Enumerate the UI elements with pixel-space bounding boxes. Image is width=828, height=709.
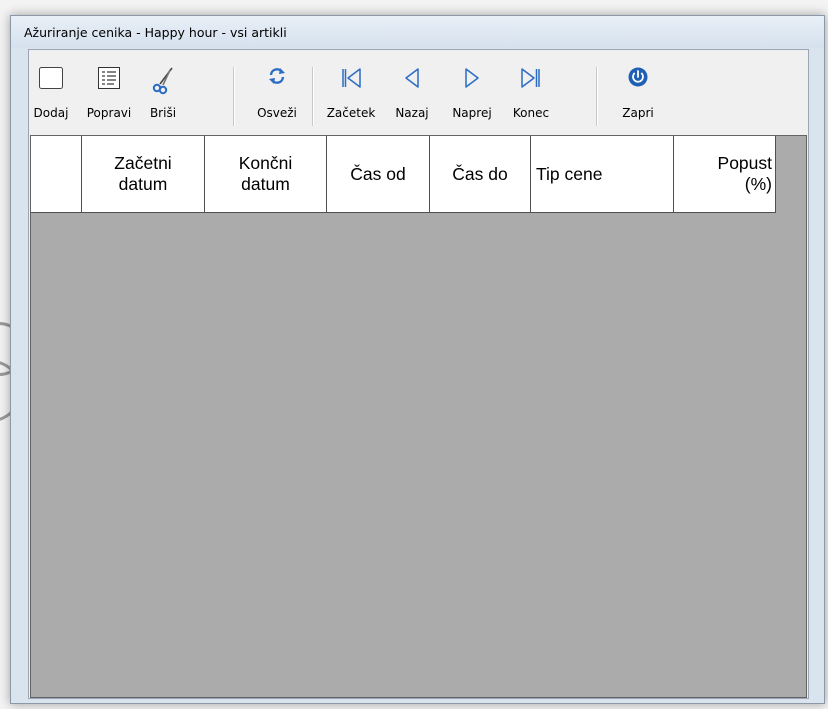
- next-record-icon: [463, 67, 481, 93]
- first-record-icon: [340, 67, 362, 93]
- refresh-button-label: Osveži: [257, 106, 297, 120]
- title-bar[interactable]: Ažuriranje cenika - Happy hour - vsi art…: [11, 16, 824, 48]
- previous-record-button-label: Nazaj: [395, 106, 429, 120]
- toolbar-separator: [596, 67, 598, 126]
- row-selector-header[interactable]: [31, 136, 82, 213]
- edit-button-label: Popravi: [86, 106, 132, 120]
- column-header-label: Začetni datum: [114, 153, 172, 194]
- window-client-area: Dodaj Popravi Briši Osveži Začetek Nazaj…: [28, 49, 809, 699]
- toolbar: Dodaj Popravi Briši Osveži Začetek Nazaj…: [29, 50, 808, 135]
- column-header-label: Končni datum: [238, 153, 293, 194]
- data-grid[interactable]: Začetni datum Končni datum Čas od Čas do…: [30, 135, 807, 698]
- add-button[interactable]: Dodaj: [29, 50, 73, 132]
- column-header-discount[interactable]: Popust (%): [674, 136, 776, 213]
- column-header-label: Čas od: [350, 163, 406, 184]
- last-record-icon: [520, 67, 542, 93]
- blank-document-icon: [39, 67, 63, 93]
- refresh-icon: [268, 67, 286, 89]
- next-record-button[interactable]: Naprej: [445, 50, 499, 132]
- refresh-button[interactable]: Osveži: [251, 50, 303, 132]
- column-header-label: Popust (%): [717, 153, 772, 194]
- last-record-button[interactable]: Konec: [505, 50, 557, 132]
- add-button-label: Dodaj: [33, 106, 69, 120]
- scissors-icon: [151, 67, 175, 99]
- close-button-label: Zapri: [622, 106, 654, 120]
- price-list-window: Ažuriranje cenika - Happy hour - vsi art…: [10, 15, 825, 704]
- column-header-price-type[interactable]: Tip cene: [531, 136, 674, 213]
- column-header-label: Tip cene: [536, 163, 603, 184]
- window-title: Ažuriranje cenika - Happy hour - vsi art…: [24, 25, 287, 40]
- delete-button[interactable]: Briši: [143, 50, 183, 132]
- toolbar-separator: [312, 67, 314, 126]
- first-record-button[interactable]: Začetek: [319, 50, 383, 132]
- last-record-button-label: Konec: [512, 106, 550, 120]
- first-record-button-label: Začetek: [326, 106, 376, 120]
- power-icon: [628, 67, 648, 91]
- toolbar-separator: [233, 67, 235, 126]
- delete-button-label: Briši: [149, 106, 177, 120]
- column-header-start-date[interactable]: Začetni datum: [82, 136, 205, 213]
- edit-list-icon: [98, 67, 120, 93]
- edit-button[interactable]: Popravi: [81, 50, 137, 132]
- close-button[interactable]: Zapri: [613, 50, 663, 132]
- column-header-label: Čas do: [452, 163, 508, 184]
- grid-header: Začetni datum Končni datum Čas od Čas do…: [31, 136, 776, 213]
- column-header-time-to[interactable]: Čas do: [430, 136, 531, 213]
- previous-record-icon: [403, 67, 421, 93]
- next-record-button-label: Naprej: [452, 106, 492, 120]
- column-header-time-from[interactable]: Čas od: [327, 136, 430, 213]
- previous-record-button[interactable]: Nazaj: [389, 50, 435, 132]
- column-header-end-date[interactable]: Končni datum: [205, 136, 327, 213]
